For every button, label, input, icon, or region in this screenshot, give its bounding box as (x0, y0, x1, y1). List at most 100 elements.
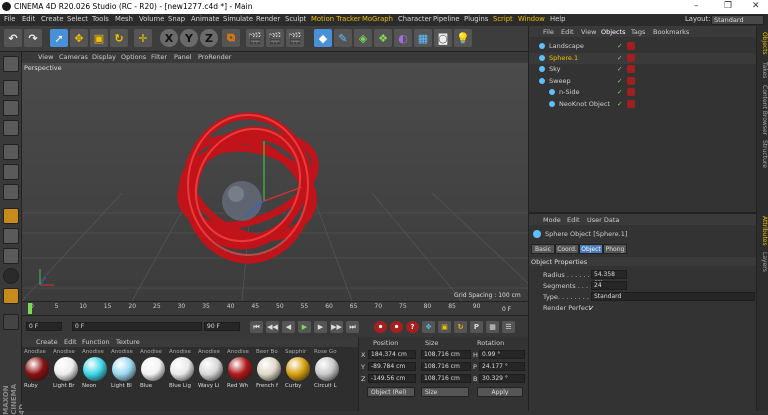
material-tag-icon[interactable] (627, 53, 635, 62)
parameter-key-icon[interactable]: P (470, 321, 483, 333)
material-swatch[interactable] (141, 357, 165, 381)
enabled-check-icon[interactable]: ✓ (617, 88, 622, 96)
object-row[interactable]: Sky ✓ (529, 64, 757, 75)
side-tab-structure[interactable]: Structure (758, 140, 768, 168)
menu-mesh[interactable]: Mesh (115, 15, 133, 23)
move-key-icon[interactable]: ✥ (422, 321, 435, 333)
obj-menu-tags[interactable]: Tags (631, 28, 645, 36)
tab-basic[interactable]: Basic (531, 244, 555, 254)
vp-menu-display[interactable]: Display (92, 53, 116, 61)
end-frame-field[interactable]: 90 F (204, 322, 240, 331)
object-row[interactable]: Sweep ✓ (529, 76, 757, 87)
menu-snap[interactable]: Snap (168, 15, 185, 23)
close-button[interactable]: ✕ (752, 1, 760, 11)
obj-menu-edit[interactable]: Edit (561, 28, 574, 36)
camera-icon[interactable]: ◙ (434, 29, 452, 47)
snap-icon[interactable] (3, 248, 19, 264)
material-swatch[interactable] (170, 357, 194, 381)
menu-simulate[interactable]: Simulate (223, 15, 253, 23)
play-icon[interactable]: ▶ (298, 321, 311, 333)
side-tab-objects[interactable]: Objects (758, 30, 768, 56)
material-swatch[interactable] (83, 357, 107, 381)
attr-menu-user-data[interactable]: User Data (587, 216, 619, 224)
render-view-icon[interactable]: 🎬 (246, 29, 264, 47)
coord-position-field[interactable]: -89.784 cm (368, 362, 416, 371)
maximize-button[interactable]: ❐ (724, 1, 732, 11)
tab-object[interactable]: Object (579, 244, 603, 254)
prev-frame-icon[interactable]: ◀ (282, 321, 295, 333)
coord-size-field[interactable]: 108.716 cm (421, 362, 471, 371)
object-name[interactable]: Landscape (549, 42, 584, 50)
pen-spline-icon[interactable]: ✎ (334, 29, 352, 47)
coord-size-field[interactable]: 108.716 cm (421, 374, 471, 383)
rotate-icon[interactable]: ↻ (110, 29, 128, 47)
material-swatch[interactable] (199, 357, 223, 381)
record-keyframe-icon[interactable]: ⚫ (374, 321, 387, 333)
vp-menu-filter[interactable]: Filter (151, 53, 167, 61)
coord-mode-select[interactable]: Object (Rel) (367, 387, 415, 397)
light-icon[interactable]: 💡 (454, 29, 472, 47)
tab-coord[interactable]: Coord. (555, 244, 579, 254)
side-tab-attributes[interactable]: Attributes (758, 216, 768, 246)
pla-key-icon[interactable]: ▦ (486, 321, 499, 333)
object-row[interactable]: Sphere.1 ✓ (529, 52, 757, 64)
render-perfect-checkbox[interactable]: ✓ (589, 304, 594, 312)
object-name[interactable]: Sweep (549, 77, 571, 85)
vp-menu-panel[interactable]: Panel (174, 53, 192, 61)
type-select[interactable]: Standard (591, 292, 755, 301)
menu-plugins[interactable]: Plugins (464, 15, 488, 23)
tweak-mode-icon[interactable] (3, 228, 19, 244)
coord-rotation-field[interactable]: 30.329 ° (479, 374, 525, 383)
undo-icon[interactable]: ↶ (4, 29, 22, 47)
obj-menu-objects[interactable]: Objects (601, 28, 626, 36)
rotate-key-icon[interactable]: ↻ (454, 321, 467, 333)
menu-create[interactable]: Create (41, 15, 64, 23)
material-tag-icon[interactable] (627, 76, 635, 85)
menu-help[interactable]: Help (550, 15, 566, 23)
layout-select[interactable]: Standard (711, 15, 764, 25)
x-axis-lock-button[interactable]: X (160, 29, 178, 47)
material-tag-icon[interactable] (627, 88, 635, 96)
coord-position-field[interactable]: -149.56 cm (368, 374, 416, 383)
model-mode-icon[interactable] (3, 80, 19, 96)
menu-window[interactable]: Window (518, 15, 545, 23)
redo-icon[interactable]: ↷ (24, 29, 42, 47)
object-row[interactable]: NeoKnot Object ✓ (529, 99, 757, 110)
z-axis-lock-button[interactable]: Z (200, 29, 218, 47)
obj-menu-file[interactable]: File (543, 28, 554, 36)
material-swatch[interactable] (112, 357, 136, 381)
texture-mode-icon[interactable] (3, 100, 19, 116)
vp-menu-view[interactable]: View (38, 53, 53, 61)
timeline-ruler[interactable]: 051015202530354045505560657075808590 0 F (22, 301, 528, 315)
vp-menu-prorender[interactable]: ProRender (198, 53, 231, 61)
menu-select[interactable]: Select (67, 15, 88, 23)
coord-rotation-field[interactable]: 24.177 ° (479, 362, 525, 371)
menu-sculpt[interactable]: Sculpt (285, 15, 306, 23)
make-editable-icon[interactable] (3, 56, 19, 72)
coord-size-field[interactable]: 108.716 cm (421, 350, 471, 359)
edit-render-settings-icon[interactable]: 🎬 (286, 29, 304, 47)
minimize-button[interactable]: – (694, 1, 699, 11)
menu-volume[interactable]: Volume (139, 15, 164, 23)
material-swatch[interactable] (54, 357, 78, 381)
menu-mograph[interactable]: MoGraph (362, 15, 393, 23)
material-swatch[interactable] (25, 357, 49, 381)
enabled-check-icon[interactable]: ✓ (617, 65, 622, 73)
move-icon[interactable]: ✥ (70, 29, 88, 47)
menu-render[interactable]: Render (256, 15, 280, 23)
render-picture-viewer-icon[interactable]: 🎬 (266, 29, 284, 47)
scale-key-icon[interactable]: ▣ (438, 321, 451, 333)
goto-end-icon[interactable]: ⏭ (346, 321, 359, 333)
vp-menu-cameras[interactable]: Cameras (59, 53, 88, 61)
side-tab-content-browser[interactable]: Content Browser (758, 84, 768, 136)
solo-icon[interactable] (3, 268, 19, 284)
frame-range-slider[interactable]: 0 F (72, 322, 202, 331)
menu-edit[interactable]: Edit (22, 15, 35, 23)
menu-script[interactable]: Script (493, 15, 513, 23)
material-swatch[interactable] (286, 357, 310, 381)
y-axis-lock-button[interactable]: Y (180, 29, 198, 47)
enabled-check-icon[interactable]: ✓ (617, 54, 622, 62)
material-tag-icon[interactable] (627, 99, 635, 108)
object-row[interactable]: n-Side ✓ (529, 87, 757, 98)
next-key-icon[interactable]: ▶▶ (330, 321, 343, 333)
